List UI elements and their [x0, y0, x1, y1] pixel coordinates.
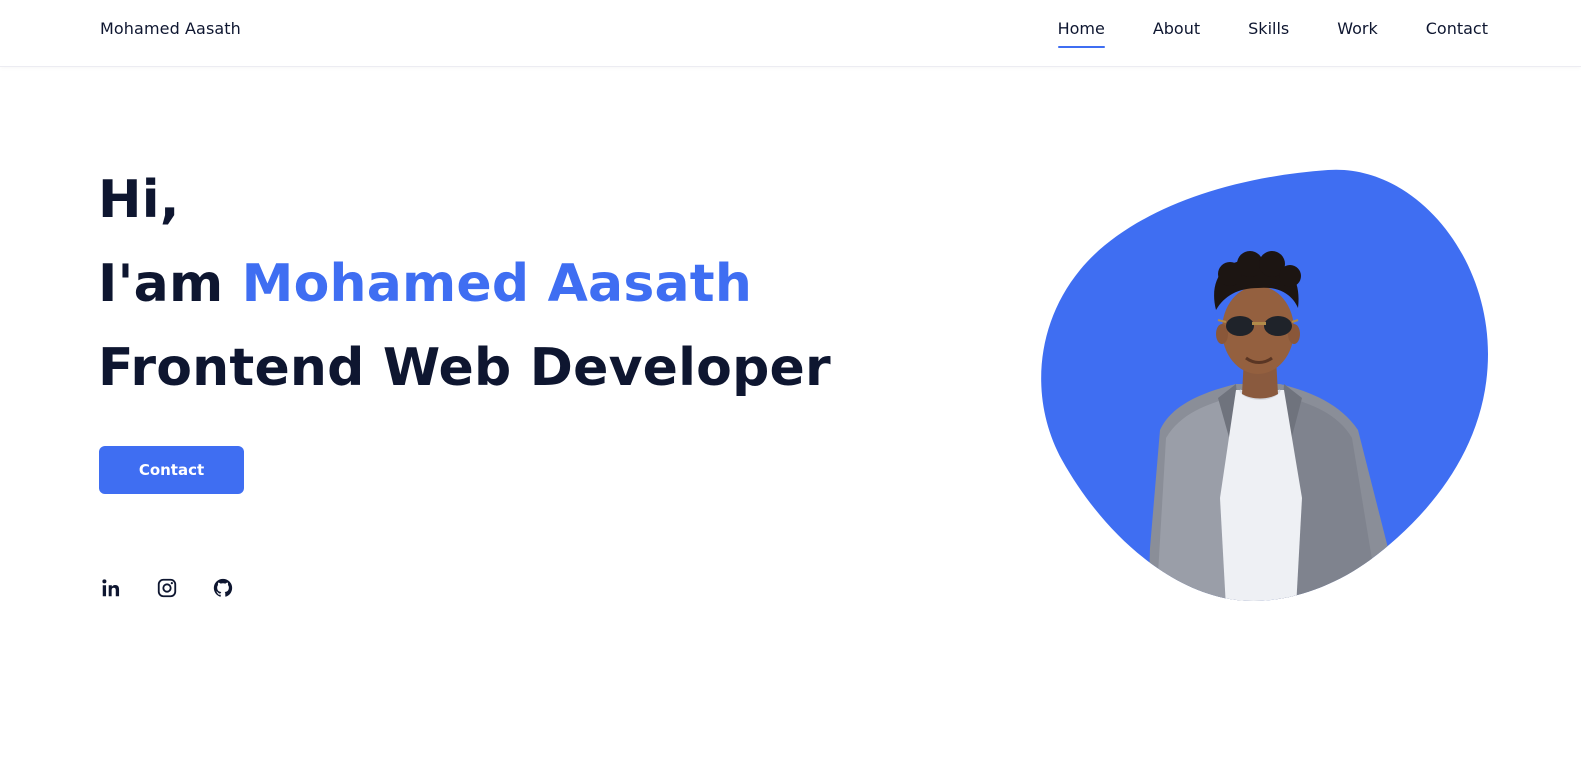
- hero-name: Mohamed Aasath: [241, 254, 753, 314]
- site-logo[interactable]: Mohamed Aasath: [100, 19, 241, 38]
- hero-portrait: [1040, 168, 1490, 604]
- linkedin-icon[interactable]: [100, 577, 122, 599]
- nav-about[interactable]: About: [1153, 19, 1200, 48]
- nav-home[interactable]: Home: [1057, 19, 1106, 48]
- instagram-icon[interactable]: [156, 577, 178, 599]
- nav-work[interactable]: Work: [1337, 19, 1378, 48]
- nav-contact[interactable]: Contact: [1426, 19, 1488, 48]
- hero-intro-prefix: I'am: [98, 254, 224, 314]
- hero-greeting: Hi,: [98, 170, 180, 230]
- site-header: Mohamed Aasath Home About Skills Work Co…: [0, 0, 1581, 67]
- hero-intro: I'am Mohamed Aasath: [98, 242, 831, 326]
- social-links: [100, 577, 234, 599]
- hero-role: Frontend Web Developer: [98, 338, 831, 398]
- hero-heading: Hi, I'am Mohamed Aasath Frontend Web Dev…: [98, 158, 831, 410]
- github-icon[interactable]: [212, 577, 234, 599]
- contact-button[interactable]: Contact: [99, 446, 244, 494]
- nav-skills[interactable]: Skills: [1248, 19, 1289, 48]
- main-nav: Home About Skills Work Contact: [1057, 19, 1488, 48]
